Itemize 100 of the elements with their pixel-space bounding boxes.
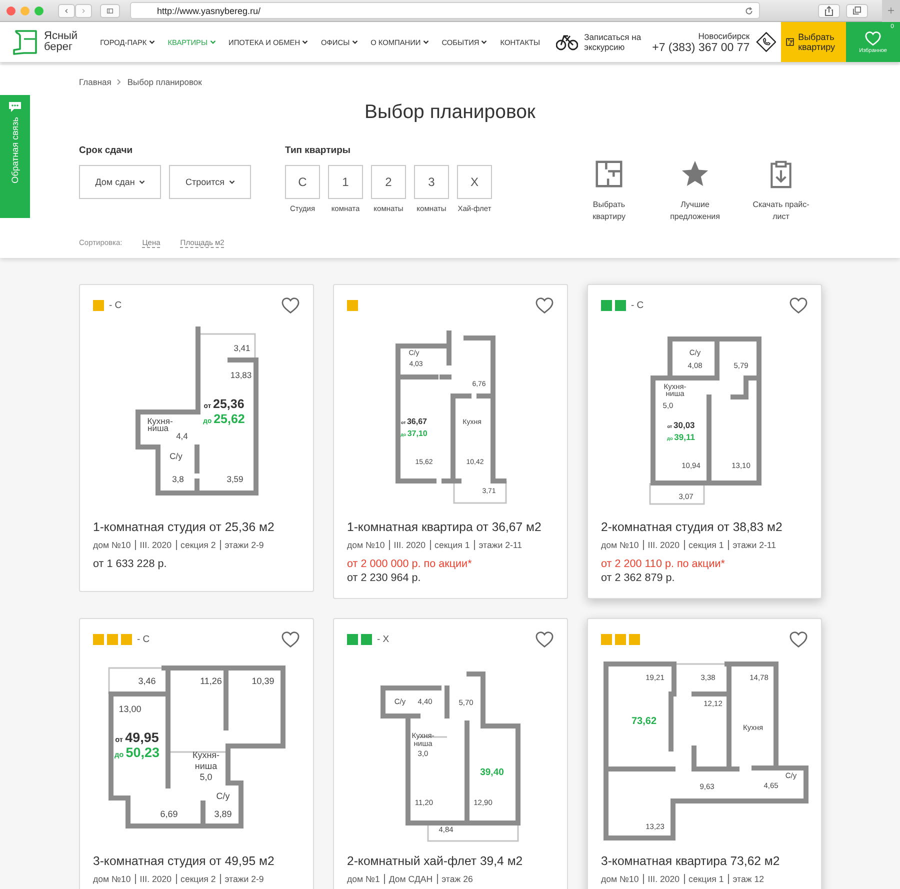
- heart-icon[interactable]: [535, 630, 554, 648]
- room-label: С/у: [170, 451, 182, 461]
- apartment-title: 3-комнатная студия от 49,95 м2: [93, 854, 276, 868]
- apartment-title: 1-комнатная квартира от 36,67 м2: [347, 520, 542, 534]
- type-suffix: - С: [137, 634, 150, 644]
- apartment-price: от 2 230 964 р.: [347, 572, 422, 584]
- apartment-detail: III. 2020: [388, 540, 426, 550]
- room-label: 5,0: [200, 772, 212, 782]
- apartment-type-button[interactable]: С: [285, 165, 320, 199]
- page-title: Выбор планировок: [364, 101, 536, 124]
- apartment-title: 2-комнатный хай-флет 39,4 м2: [347, 854, 524, 868]
- apartment-type-button[interactable]: 3: [414, 165, 449, 199]
- phone-number[interactable]: +7 (383) 367 00 77: [652, 42, 750, 54]
- room-label: 13,83: [230, 370, 252, 380]
- apartment-detail: дом №10: [601, 540, 639, 550]
- room-label: 3,46: [138, 676, 156, 686]
- apartment-detail: секция 2: [176, 874, 216, 884]
- filter-label: Тип квартиры: [285, 145, 352, 156]
- apartment-type-button[interactable]: 1: [328, 165, 363, 199]
- apartment-title: 1-комнатная студия от 25,36 м2: [93, 520, 276, 534]
- room-label: ниша: [194, 761, 218, 771]
- apartment-detail: дом №10: [601, 874, 639, 884]
- room-label: 11,26: [200, 676, 222, 686]
- heart-icon: [865, 30, 882, 46]
- room-label: 3,8: [172, 474, 184, 484]
- share-icon: [825, 6, 833, 16]
- apartment-detail: дом №10: [347, 540, 385, 550]
- apartment-detail: III. 2020: [642, 540, 680, 550]
- tabs-icon: [853, 6, 861, 15]
- type-suffix: - С: [109, 300, 122, 310]
- action-link[interactable]: Выбрать квартиру: [578, 199, 640, 223]
- room-label: 3,89: [214, 809, 232, 819]
- url-text: http://www.yasnybereg.ru/: [157, 6, 262, 16]
- share-button[interactable]: [818, 4, 840, 18]
- apartment-detail: дом №1: [347, 874, 380, 884]
- action-link[interactable]: Лучшие предложения: [664, 199, 726, 223]
- reload-icon: [745, 6, 753, 14]
- caret-icon: [138, 180, 145, 184]
- room-label: С/у: [216, 791, 230, 801]
- heart-icon[interactable]: [789, 630, 808, 648]
- apartment-type-button[interactable]: Х: [457, 165, 492, 199]
- heart-icon[interactable]: [281, 630, 300, 648]
- heart-icon[interactable]: [281, 296, 300, 314]
- heart-icon[interactable]: [535, 296, 554, 314]
- plus-icon: [888, 6, 894, 15]
- apartment-detail: этажи 2-9: [220, 540, 264, 550]
- sidebar-icon: [107, 6, 113, 14]
- address-bar[interactable]: http://www.yasnybereg.ru/: [130, 2, 760, 19]
- apartment-detail: дом №10: [93, 874, 131, 884]
- room-label: 3,41: [234, 343, 250, 353]
- apartment-detail: этажи 2-9: [220, 874, 264, 884]
- apartment-detail: секция 1: [684, 540, 724, 550]
- room-label: 3,59: [226, 474, 244, 484]
- type-suffix: - С: [631, 300, 644, 310]
- heart-icon[interactable]: [789, 296, 808, 314]
- apartment-detail: III. 2020: [134, 540, 172, 550]
- room-label: Кухня-: [192, 750, 220, 760]
- type-suffix: - Х: [377, 634, 390, 644]
- room-label: 6,69: [160, 809, 178, 819]
- phone-callback-icon[interactable]: [756, 31, 776, 53]
- apartment-detail: этаж 26: [436, 874, 473, 884]
- promo-price: от 2 200 110 р. по акции*: [601, 558, 726, 570]
- apartment-price: от 1 633 228 р.: [93, 558, 168, 570]
- bicycle-icon: [556, 33, 578, 51]
- chevron-right-icon: [117, 79, 122, 85]
- excursion-link[interactable]: Записаться на экскурсию: [584, 32, 646, 52]
- chat-icon: [8, 101, 22, 113]
- city-text: Новосибирск: [698, 30, 750, 40]
- action-link[interactable]: Скачать прайс-лист: [750, 199, 812, 223]
- deadline-dropdown[interactable]: Дом сдан: [79, 165, 161, 199]
- apartment-detail: Дом СДАН: [384, 874, 433, 884]
- breadcrumb-link[interactable]: Главная: [79, 77, 112, 87]
- apartment-detail: секция 2: [176, 540, 216, 550]
- apartment-detail: секция 1: [684, 874, 724, 884]
- apartment-detail: секция 1: [430, 540, 470, 550]
- logo-icon[interactable]: [10, 27, 40, 57]
- sidebar-button[interactable]: [100, 4, 120, 18]
- choose-apartment-button[interactable]: Выбрать квартиру: [781, 22, 846, 62]
- chevron-left-icon: [65, 6, 68, 14]
- apartment-detail: этаж 12: [728, 874, 764, 884]
- apartment-price: от 2 362 879 р.: [601, 572, 676, 584]
- apartment-type-button[interactable]: 2: [371, 165, 406, 199]
- breadcrumb-current: Выбор планировок: [127, 77, 202, 87]
- chevron-right-icon: [82, 6, 85, 14]
- floor-plan-icon[interactable]: [595, 159, 623, 189]
- area-label: 39,40: [480, 767, 504, 778]
- logo-text[interactable]: Ясный берег: [44, 31, 78, 53]
- caret-icon: [228, 180, 235, 184]
- room-label: 10,39: [252, 676, 274, 686]
- apartment-detail: этажи 2-11: [474, 540, 522, 550]
- room-label: 13,00: [118, 704, 142, 714]
- tabs-button[interactable]: [846, 4, 868, 18]
- apartment-detail: дом №10: [93, 540, 131, 550]
- apartment-detail: III. 2020: [134, 874, 172, 884]
- apartment-title: 2-комнатная студия от 38,83 м2: [601, 520, 784, 534]
- floor-plan-icon: [786, 35, 794, 49]
- window-controls-icon: [6, 6, 46, 16]
- deadline-dropdown[interactable]: Строится: [169, 165, 251, 199]
- apartment-detail: III. 2020: [642, 874, 680, 884]
- apartment-title: 3-комнатная квартира 73,62 м2: [601, 854, 781, 868]
